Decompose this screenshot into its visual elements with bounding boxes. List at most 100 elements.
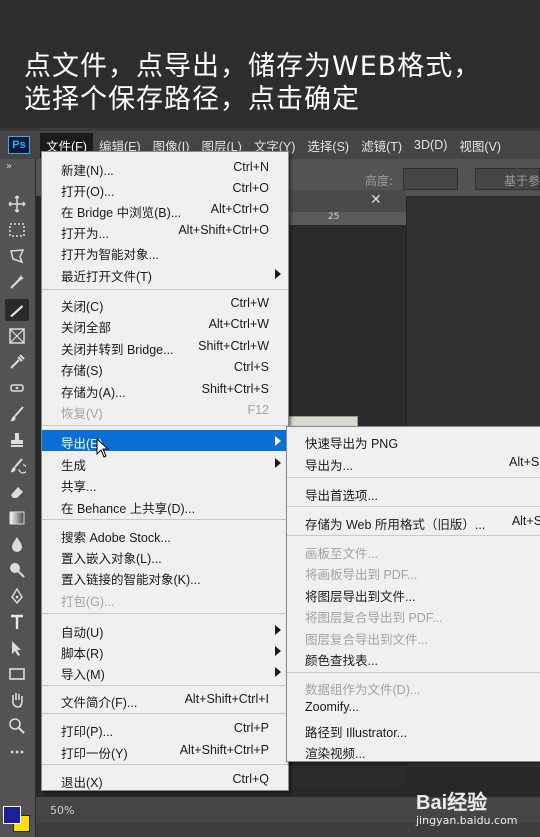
- submenu-arrow-icon: [275, 436, 281, 446]
- healing-brush-icon[interactable]: [5, 377, 29, 399]
- submenu-item-quick-export-png[interactable]: 快速导出为 PNG: [287, 430, 540, 451]
- menu-item-browse-bridge[interactable]: 在 Bridge 中浏览(B)... Alt+Ctrl+O: [42, 199, 288, 220]
- menu-item-close-all[interactable]: 关闭全部 Alt+Ctrl+W: [42, 314, 288, 335]
- menu-item-open-as[interactable]: 打开为... Alt+Shift+Ctrl+O: [42, 220, 288, 241]
- submenu-arrow-icon: [275, 646, 281, 656]
- menu-item-close[interactable]: 关闭(C) Ctrl+W: [42, 293, 288, 314]
- dodge-icon[interactable]: [5, 559, 29, 581]
- menu-item-place-embedded[interactable]: 置入嵌入对象(L)...: [42, 545, 288, 566]
- menu-item-recent-files[interactable]: 最近打开文件(T): [42, 263, 288, 284]
- menu-item-save-as[interactable]: 存储为(A)... Shift+Ctrl+S: [42, 379, 288, 400]
- menu-item-close-goto-bridge[interactable]: 关闭并转到 Bridge... Shift+Ctrl+W: [42, 336, 288, 357]
- height-field[interactable]: [403, 168, 458, 190]
- submenu-item-color-lookup-tables[interactable]: 颜色查找表...: [287, 647, 540, 668]
- caption-line-1: 点文件，点导出，储存为WEB格式，: [24, 51, 482, 82]
- submenu-arrow-icon: [275, 625, 281, 635]
- lasso-tool-icon[interactable]: [5, 245, 29, 267]
- file-menu: 新建(N)... Ctrl+N 打开(O)... Ctrl+O 在 Bridge 中…: [41, 151, 289, 791]
- eyedropper-icon[interactable]: [5, 351, 29, 373]
- brush-icon[interactable]: [5, 403, 29, 425]
- submenu-item-export-as[interactable]: 导出为...Alt+Shi: [287, 452, 540, 473]
- path-selection-icon[interactable]: [5, 637, 29, 659]
- menu-item-import[interactable]: 导入(M): [42, 661, 288, 682]
- submenu-arrow-icon: [275, 269, 281, 279]
- document-tab[interactable]: ✕: [286, 190, 406, 212]
- marquee-tool-icon[interactable]: [5, 219, 29, 241]
- menu-3d[interactable]: 3D(D): [408, 135, 453, 155]
- menu-separator: [42, 425, 288, 426]
- menu-separator: [42, 289, 288, 290]
- tutorial-caption: 点文件，点导出，储存为WEB格式， 选择个保存路径，点击确定: [0, 0, 540, 128]
- reference-dropdown[interactable]: 基于参: [475, 168, 540, 190]
- menu-separator: [42, 764, 288, 765]
- horizontal-ruler: 25: [286, 212, 406, 226]
- menu-separator: [42, 713, 288, 714]
- menu-item-scripts[interactable]: 脚本(R): [42, 640, 288, 661]
- menu-item-share-behance[interactable]: 在 Behance 上共享(D)...: [42, 495, 288, 516]
- menu-item-revert: 恢复(V) F12: [61, 403, 269, 421]
- menu-filter[interactable]: 滤镜(T): [355, 133, 408, 158]
- eraser-icon[interactable]: [5, 481, 29, 503]
- submenu-arrow-icon: [275, 458, 281, 468]
- menu-item-open[interactable]: 打开(O)... Ctrl+O: [42, 178, 288, 199]
- submenu-item-save-for-web[interactable]: 存储为 Web 所用格式（旧版）...Alt+Sh: [287, 511, 540, 532]
- menu-item-search-stock[interactable]: 搜索 Adobe Stock...: [42, 524, 288, 545]
- menu-separator: [42, 613, 288, 614]
- mouse-cursor-icon: [96, 438, 110, 458]
- height-label: 高度:: [365, 174, 394, 188]
- caption-line-2: 选择个保存路径，点击确定: [24, 84, 360, 115]
- history-brush-icon[interactable]: [5, 455, 29, 477]
- menu-separator: [287, 477, 540, 478]
- menu-separator: [287, 672, 540, 673]
- submenu-item-layers-to-files[interactable]: 将图层导出到文件...: [287, 583, 540, 604]
- menu-item-generate[interactable]: 生成: [42, 452, 288, 473]
- foreground-color-swatch[interactable]: [3, 806, 21, 824]
- menu-item-print-one[interactable]: 打印一份(Y) Alt+Shift+Ctrl+P: [42, 740, 288, 761]
- menu-separator: [42, 685, 288, 686]
- reference-label: 基于参: [504, 174, 540, 188]
- collapse-icon[interactable]: »: [6, 161, 12, 172]
- submenu-item-zoomify[interactable]: Zoomify...: [287, 697, 540, 718]
- menu-item-file-info[interactable]: 文件简介(F)... Alt+Shift+Ctrl+I: [42, 689, 288, 710]
- watermark-url: jingyan.baidu.com: [416, 814, 518, 827]
- ruler-mark: 25: [328, 212, 340, 222]
- gradient-icon[interactable]: [5, 507, 29, 529]
- close-icon[interactable]: ✕: [370, 192, 382, 208]
- rectangle-tool-icon[interactable]: [5, 663, 29, 685]
- pen-tool-icon[interactable]: [5, 585, 29, 607]
- menu-item-open-smart-object[interactable]: 打开为智能对象...: [42, 241, 288, 262]
- hand-tool-icon[interactable]: [5, 689, 29, 711]
- stamp-icon[interactable]: [5, 429, 29, 451]
- menu-item-save[interactable]: 存储(S) Ctrl+S: [42, 357, 288, 378]
- menu-item-automate[interactable]: 自动(U): [42, 619, 288, 640]
- zoom-level[interactable]: 50%: [50, 804, 74, 817]
- blur-drop-icon[interactable]: [5, 533, 29, 555]
- move-tool-icon[interactable]: [5, 193, 29, 215]
- crop-frame-icon[interactable]: [5, 325, 29, 347]
- menu-separator: [42, 519, 288, 520]
- menu-item-package: 打包(G)...: [61, 595, 115, 609]
- submenu-item-artboards-to-pdf: 将画板导出到 PDF...: [305, 568, 418, 582]
- menu-item-share[interactable]: 共享...: [42, 473, 288, 494]
- menu-separator: [287, 506, 540, 507]
- menu-view[interactable]: 视图(V): [453, 133, 507, 158]
- menu-item-new[interactable]: 新建(N)... Ctrl+N: [42, 157, 288, 178]
- menu-item-exit[interactable]: 退出(X) Ctrl+Q: [42, 769, 288, 790]
- export-submenu: 快速导出为 PNG 导出为...Alt+Shi 导出首选项... 存储为 Web…: [286, 426, 540, 762]
- photoshop-logo: Ps: [8, 136, 30, 154]
- more-tools-icon[interactable]: [5, 741, 29, 763]
- baidu-watermark: Bai经验 jingyan.baidu.com: [408, 780, 540, 837]
- magic-wand-icon[interactable]: [5, 271, 29, 293]
- pen-brush-tool-icon[interactable]: [5, 299, 29, 321]
- zoom-tool-icon[interactable]: [5, 715, 29, 737]
- menu-item-print[interactable]: 打印(P)... Ctrl+P: [42, 718, 288, 739]
- menu-item-place-linked[interactable]: 置入链接的智能对象(K)...: [42, 566, 288, 587]
- menu-item-export[interactable]: 导出(E): [42, 430, 288, 451]
- menu-select[interactable]: 选择(S): [301, 133, 355, 158]
- submenu-arrow-icon: [275, 667, 281, 677]
- submenu-item-render-video[interactable]: 渲染视频...: [287, 740, 540, 761]
- watermark-logo: Bai经验: [416, 792, 488, 814]
- submenu-item-export-preferences[interactable]: 导出首选项...: [287, 482, 540, 503]
- submenu-item-paths-to-illustrator[interactable]: 路径到 Illustrator...: [287, 719, 540, 740]
- type-tool-icon[interactable]: [5, 611, 29, 633]
